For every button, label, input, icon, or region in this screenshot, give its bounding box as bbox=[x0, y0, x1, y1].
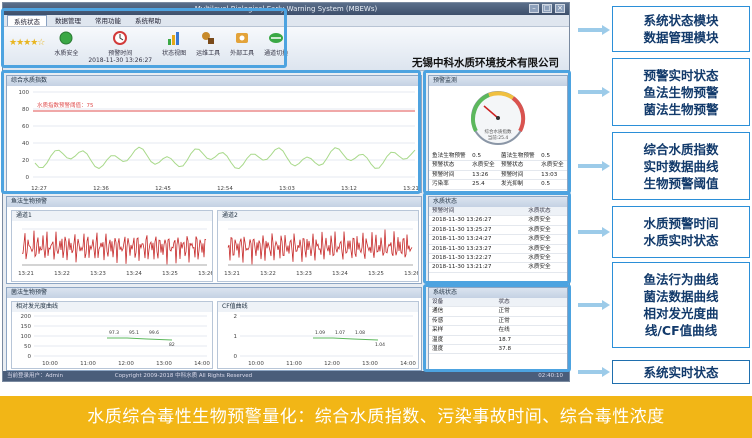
cf-svg: 2 1 0 10:00 11:00 12:00 13:00 14:00 1.09 1.07 1.08… bbox=[234, 314, 417, 367]
callout-line: 系统状态模块 bbox=[643, 13, 719, 28]
channel-series-line bbox=[21, 230, 207, 265]
highlight-system bbox=[423, 284, 571, 372]
summary-banner: 水质综合毒性生物预警量化：综合水质指数、污染事故时间、综合毒性浓度 bbox=[0, 396, 752, 438]
bacteria-x-tick: 12:00 bbox=[118, 361, 134, 367]
channel-x-tick: 13:26 bbox=[404, 271, 418, 277]
bacteria-x-tick: 12:00 bbox=[324, 361, 340, 367]
bacteria-y-tick: 1 bbox=[234, 334, 238, 340]
callout-box: 水质预警时间 水质实时状态 bbox=[612, 206, 750, 258]
bacteria-point-label: 1.04 bbox=[375, 342, 385, 348]
callout-arrow bbox=[578, 367, 610, 377]
status-bar: 当前登录用户：Admin Copyright 2009-2018 中科水质 Al… bbox=[3, 371, 569, 381]
callout-box: 系统状态模块 数据管理模块 bbox=[612, 6, 750, 52]
bacteria-x-tick: 14:00 bbox=[400, 361, 416, 367]
callout-arrow bbox=[578, 300, 610, 310]
bacteria-panel: 菌法生物预警 相对发光度曲线 200 150 100 50 0 10:00 11:00 12:… bbox=[6, 287, 422, 371]
callout-line: 鱼法生物预警 bbox=[643, 84, 719, 100]
callout-arrow bbox=[578, 161, 610, 171]
channel-x-tick: 13:24 bbox=[126, 271, 142, 277]
callout-line: 相对发光度曲 bbox=[643, 306, 719, 321]
rel-svg: 200 150 100 50 0 10:00 11:00 12:00 13:00 14:00 97.… bbox=[21, 314, 211, 367]
callout-box: 鱼法行为曲线 菌法数据曲线 相对发光度曲 线/CF值曲线 bbox=[612, 262, 750, 348]
bacteria-point-label: 99.6 bbox=[149, 330, 159, 336]
company-name: 无锡中科水质环境技术有限公司 bbox=[412, 57, 559, 69]
bacteria-series-line bbox=[313, 337, 379, 341]
bacteria-x-tick: 10:00 bbox=[42, 361, 58, 367]
callout-box: 系统实时状态 bbox=[612, 360, 750, 384]
channel-x-tick: 13:21 bbox=[224, 271, 240, 277]
close-button[interactable]: × bbox=[555, 4, 565, 13]
channel-x-tick: 13:25 bbox=[368, 271, 384, 277]
bacteria-y-tick: 100 bbox=[21, 334, 32, 340]
callout-line: 线/CF值曲线 bbox=[644, 323, 718, 338]
channel1-chart: 通道1 13:21 13:22 13:23 13:24 13:25 13:26 bbox=[11, 210, 214, 282]
rel-chart-title: 相对发光度曲线 bbox=[12, 302, 212, 312]
channel1-label: 通道1 bbox=[12, 211, 212, 221]
channel-x-tick: 13:23 bbox=[90, 271, 106, 277]
channel-series-line bbox=[227, 229, 413, 265]
maximize-button[interactable]: □ bbox=[542, 4, 552, 13]
callout-line: 数据管理模块 bbox=[643, 30, 719, 45]
bacteria-x-tick: 14:00 bbox=[194, 361, 210, 367]
fish-panel: 鱼法生物预警 通道1 13:21 13:22 13:23 13:24 13:25 13:2… bbox=[6, 196, 422, 284]
channel2-svg: 13:21 13:22 13:23 13:24 13:25 13:26 bbox=[224, 228, 420, 277]
highlight-warning bbox=[423, 70, 571, 194]
channel-x-tick: 13:26 bbox=[198, 271, 212, 277]
highlight-wqi bbox=[1, 70, 421, 194]
bacteria-x-tick: 11:00 bbox=[286, 361, 302, 367]
bacteria-x-tick: 13:00 bbox=[362, 361, 378, 367]
bacteria-x-tick: 10:00 bbox=[248, 361, 264, 367]
callout-box: 综合水质指数 实时数据曲线 生物预警阈值 bbox=[612, 132, 750, 200]
channel-x-tick: 13:23 bbox=[296, 271, 312, 277]
callout-line: 水质实时状态 bbox=[643, 233, 719, 248]
channel-x-tick: 13:25 bbox=[162, 271, 178, 277]
bacteria-point-label: 1.07 bbox=[335, 330, 345, 336]
bacteria-y-tick: 200 bbox=[21, 314, 32, 320]
rel-chart: 相对发光度曲线 200 150 100 50 0 10:00 11:00 12:00 13:00… bbox=[11, 301, 213, 369]
channel-x-tick: 13:22 bbox=[260, 271, 276, 277]
callout-arrow bbox=[578, 87, 610, 97]
bacteria-point-label: 1.08 bbox=[355, 330, 365, 336]
bacteria-point-label: 82 bbox=[169, 342, 175, 348]
fish-panel-title: 鱼法生物预警 bbox=[7, 197, 421, 207]
bacteria-x-tick: 11:00 bbox=[80, 361, 96, 367]
callout-line: 生物预警阈值 bbox=[643, 175, 719, 191]
bacteria-x-tick: 13:00 bbox=[156, 361, 172, 367]
callout-line: 菌法生物预警 bbox=[643, 101, 719, 117]
bacteria-y-tick: 150 bbox=[21, 324, 32, 330]
bacteria-y-tick: 0 bbox=[28, 354, 32, 360]
copyright: Copyright 2009-2018 中科水质 All Rights Rese… bbox=[114, 373, 253, 379]
callout-line: 鱼法行为曲线 bbox=[643, 272, 719, 287]
current-user: 当前登录用户：Admin bbox=[7, 373, 64, 379]
minimize-button[interactable]: – bbox=[529, 4, 539, 13]
callout-line: 综合水质指数 bbox=[643, 141, 719, 157]
clock: 02:40:10 bbox=[538, 373, 563, 379]
callout-line: 实时数据曲线 bbox=[643, 158, 719, 174]
bacteria-y-tick: 2 bbox=[234, 314, 238, 320]
channel-x-tick: 13:22 bbox=[54, 271, 70, 277]
callout-arrow bbox=[578, 227, 610, 237]
callout-line: 水质预警时间 bbox=[643, 216, 719, 231]
bacteria-point-label: 1.09 bbox=[315, 330, 325, 336]
cf-chart: CF值曲线 2 1 0 10:00 11:00 12:00 13:00 14:00 1.09 1.… bbox=[217, 301, 419, 369]
bacteria-series-line bbox=[107, 337, 173, 341]
channel-x-tick: 13:24 bbox=[332, 271, 348, 277]
callout-line: 菌法数据曲线 bbox=[643, 289, 719, 304]
channel-x-tick: 13:21 bbox=[18, 271, 34, 277]
bacteria-y-tick: 50 bbox=[24, 344, 31, 350]
callout-box: 预警实时状态 鱼法生物预警 菌法生物预警 bbox=[612, 58, 750, 126]
cf-chart-title: CF值曲线 bbox=[218, 302, 418, 312]
channel1-svg: 13:21 13:22 13:23 13:24 13:25 13:26 bbox=[18, 228, 214, 277]
highlight-ribbon bbox=[1, 8, 287, 68]
bacteria-y-tick: 0 bbox=[234, 354, 238, 360]
bacteria-panel-title: 菌法生物预警 bbox=[7, 288, 421, 298]
callout-line: 预警实时状态 bbox=[643, 67, 719, 83]
bacteria-point-label: 97.3 bbox=[109, 330, 119, 336]
channel2-label: 通道2 bbox=[218, 211, 418, 221]
highlight-quality bbox=[423, 192, 571, 284]
bacteria-point-label: 95.1 bbox=[129, 330, 139, 336]
channel2-chart: 通道2 13:21 13:22 13:23 13:24 13:25 13:26 bbox=[217, 210, 420, 282]
callout-line: 系统实时状态 bbox=[643, 364, 719, 380]
callout-arrow bbox=[578, 25, 610, 35]
